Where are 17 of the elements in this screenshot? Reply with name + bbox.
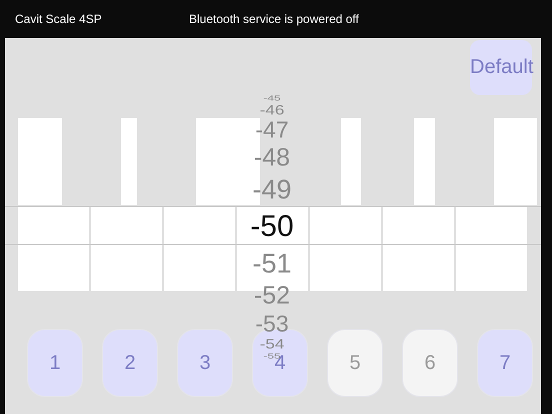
picker-value[interactable]: -51 — [252, 250, 292, 278]
app-title: Cavit Scale 4SP — [15, 12, 103, 26]
channel-button[interactable]: 7 — [477, 329, 533, 397]
channel-button[interactable]: 2 — [102, 329, 158, 397]
channel-button[interactable]: 6 — [402, 329, 458, 397]
status-message: Bluetooth service is powered off — [189, 12, 359, 26]
picker-value[interactable]: -50 — [250, 212, 294, 242]
picker-value[interactable]: -48 — [254, 146, 290, 170]
picker-value[interactable]: -47 — [255, 118, 289, 142]
picker-value[interactable]: -46 — [260, 103, 284, 117]
channel-button[interactable]: 1 — [27, 329, 83, 397]
channel-button[interactable]: 3 — [177, 329, 233, 397]
picker-value[interactable]: -52 — [254, 284, 290, 308]
picker-value[interactable]: -54 — [260, 337, 284, 351]
picker-value[interactable]: -49 — [252, 176, 292, 204]
channel-button[interactable]: 5 — [327, 329, 383, 397]
default-button[interactable]: Default — [470, 40, 532, 95]
